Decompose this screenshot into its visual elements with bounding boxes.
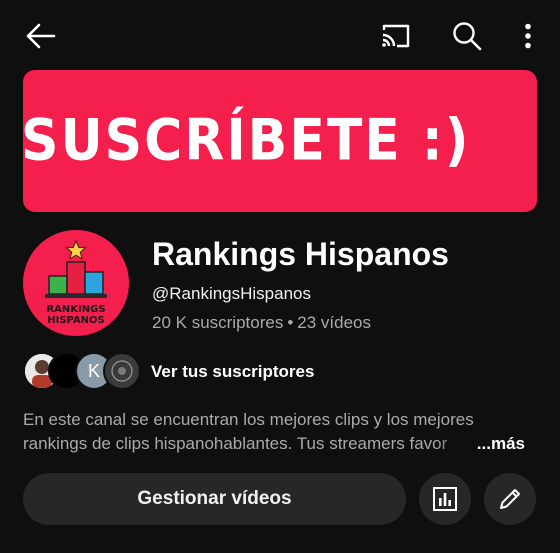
avatar-text-line2: HISPANOS	[47, 315, 105, 326]
description-fade	[435, 432, 475, 456]
avatar-text-line1: RANKINGS	[46, 304, 105, 315]
more-link[interactable]: ...más	[470, 432, 525, 456]
pencil-icon	[500, 489, 520, 509]
channel-handle: @RankingsHispanos	[152, 284, 312, 303]
manage-videos-button[interactable]: Gestionar vídeos	[23, 473, 406, 525]
banner-text: SUSCRÍBETE :)	[23, 108, 471, 174]
subscriber-avatar-letter: K	[87, 360, 100, 381]
channel-banner: SUSCRÍBETE :)	[23, 70, 537, 212]
back-button[interactable]	[18, 16, 64, 56]
edit-channel-button[interactable]	[484, 473, 536, 525]
analytics-button[interactable]	[419, 473, 471, 525]
more-vert-icon	[525, 23, 531, 49]
search-icon	[453, 22, 482, 51]
top-app-bar	[0, 0, 560, 70]
cast-icon	[382, 24, 410, 48]
more-options-button[interactable]	[508, 16, 548, 56]
channel-name: Rankings Hispanos	[152, 236, 449, 272]
video-count: 23 vídeos	[297, 313, 372, 332]
description-line: rankings de clips hispanohablantes. Tus …	[23, 434, 448, 453]
subscriber-avatar	[103, 352, 141, 390]
stats-separator: •	[287, 313, 294, 332]
back-arrow-icon	[26, 23, 56, 49]
view-subscribers-row[interactable]: K Ver tus suscriptores	[23, 352, 423, 392]
channel-avatar[interactable]: RANKINGS HISPANOS	[23, 230, 129, 336]
channel-stats: 20 K suscriptores • 23 vídeos	[152, 313, 371, 333]
podium-logo-icon: RANKINGS HISPANOS	[45, 239, 107, 326]
subscriber-count: 20 K suscriptores	[152, 313, 284, 332]
channel-description[interactable]: En este canal se encuentran los mejores …	[23, 408, 537, 456]
search-button[interactable]	[444, 16, 490, 56]
description-line: En este canal se encuentran los mejores …	[23, 410, 474, 429]
bar-chart-icon	[433, 487, 457, 511]
view-subscribers-label: Ver tus suscriptores	[151, 362, 315, 381]
cast-button[interactable]	[372, 16, 420, 56]
